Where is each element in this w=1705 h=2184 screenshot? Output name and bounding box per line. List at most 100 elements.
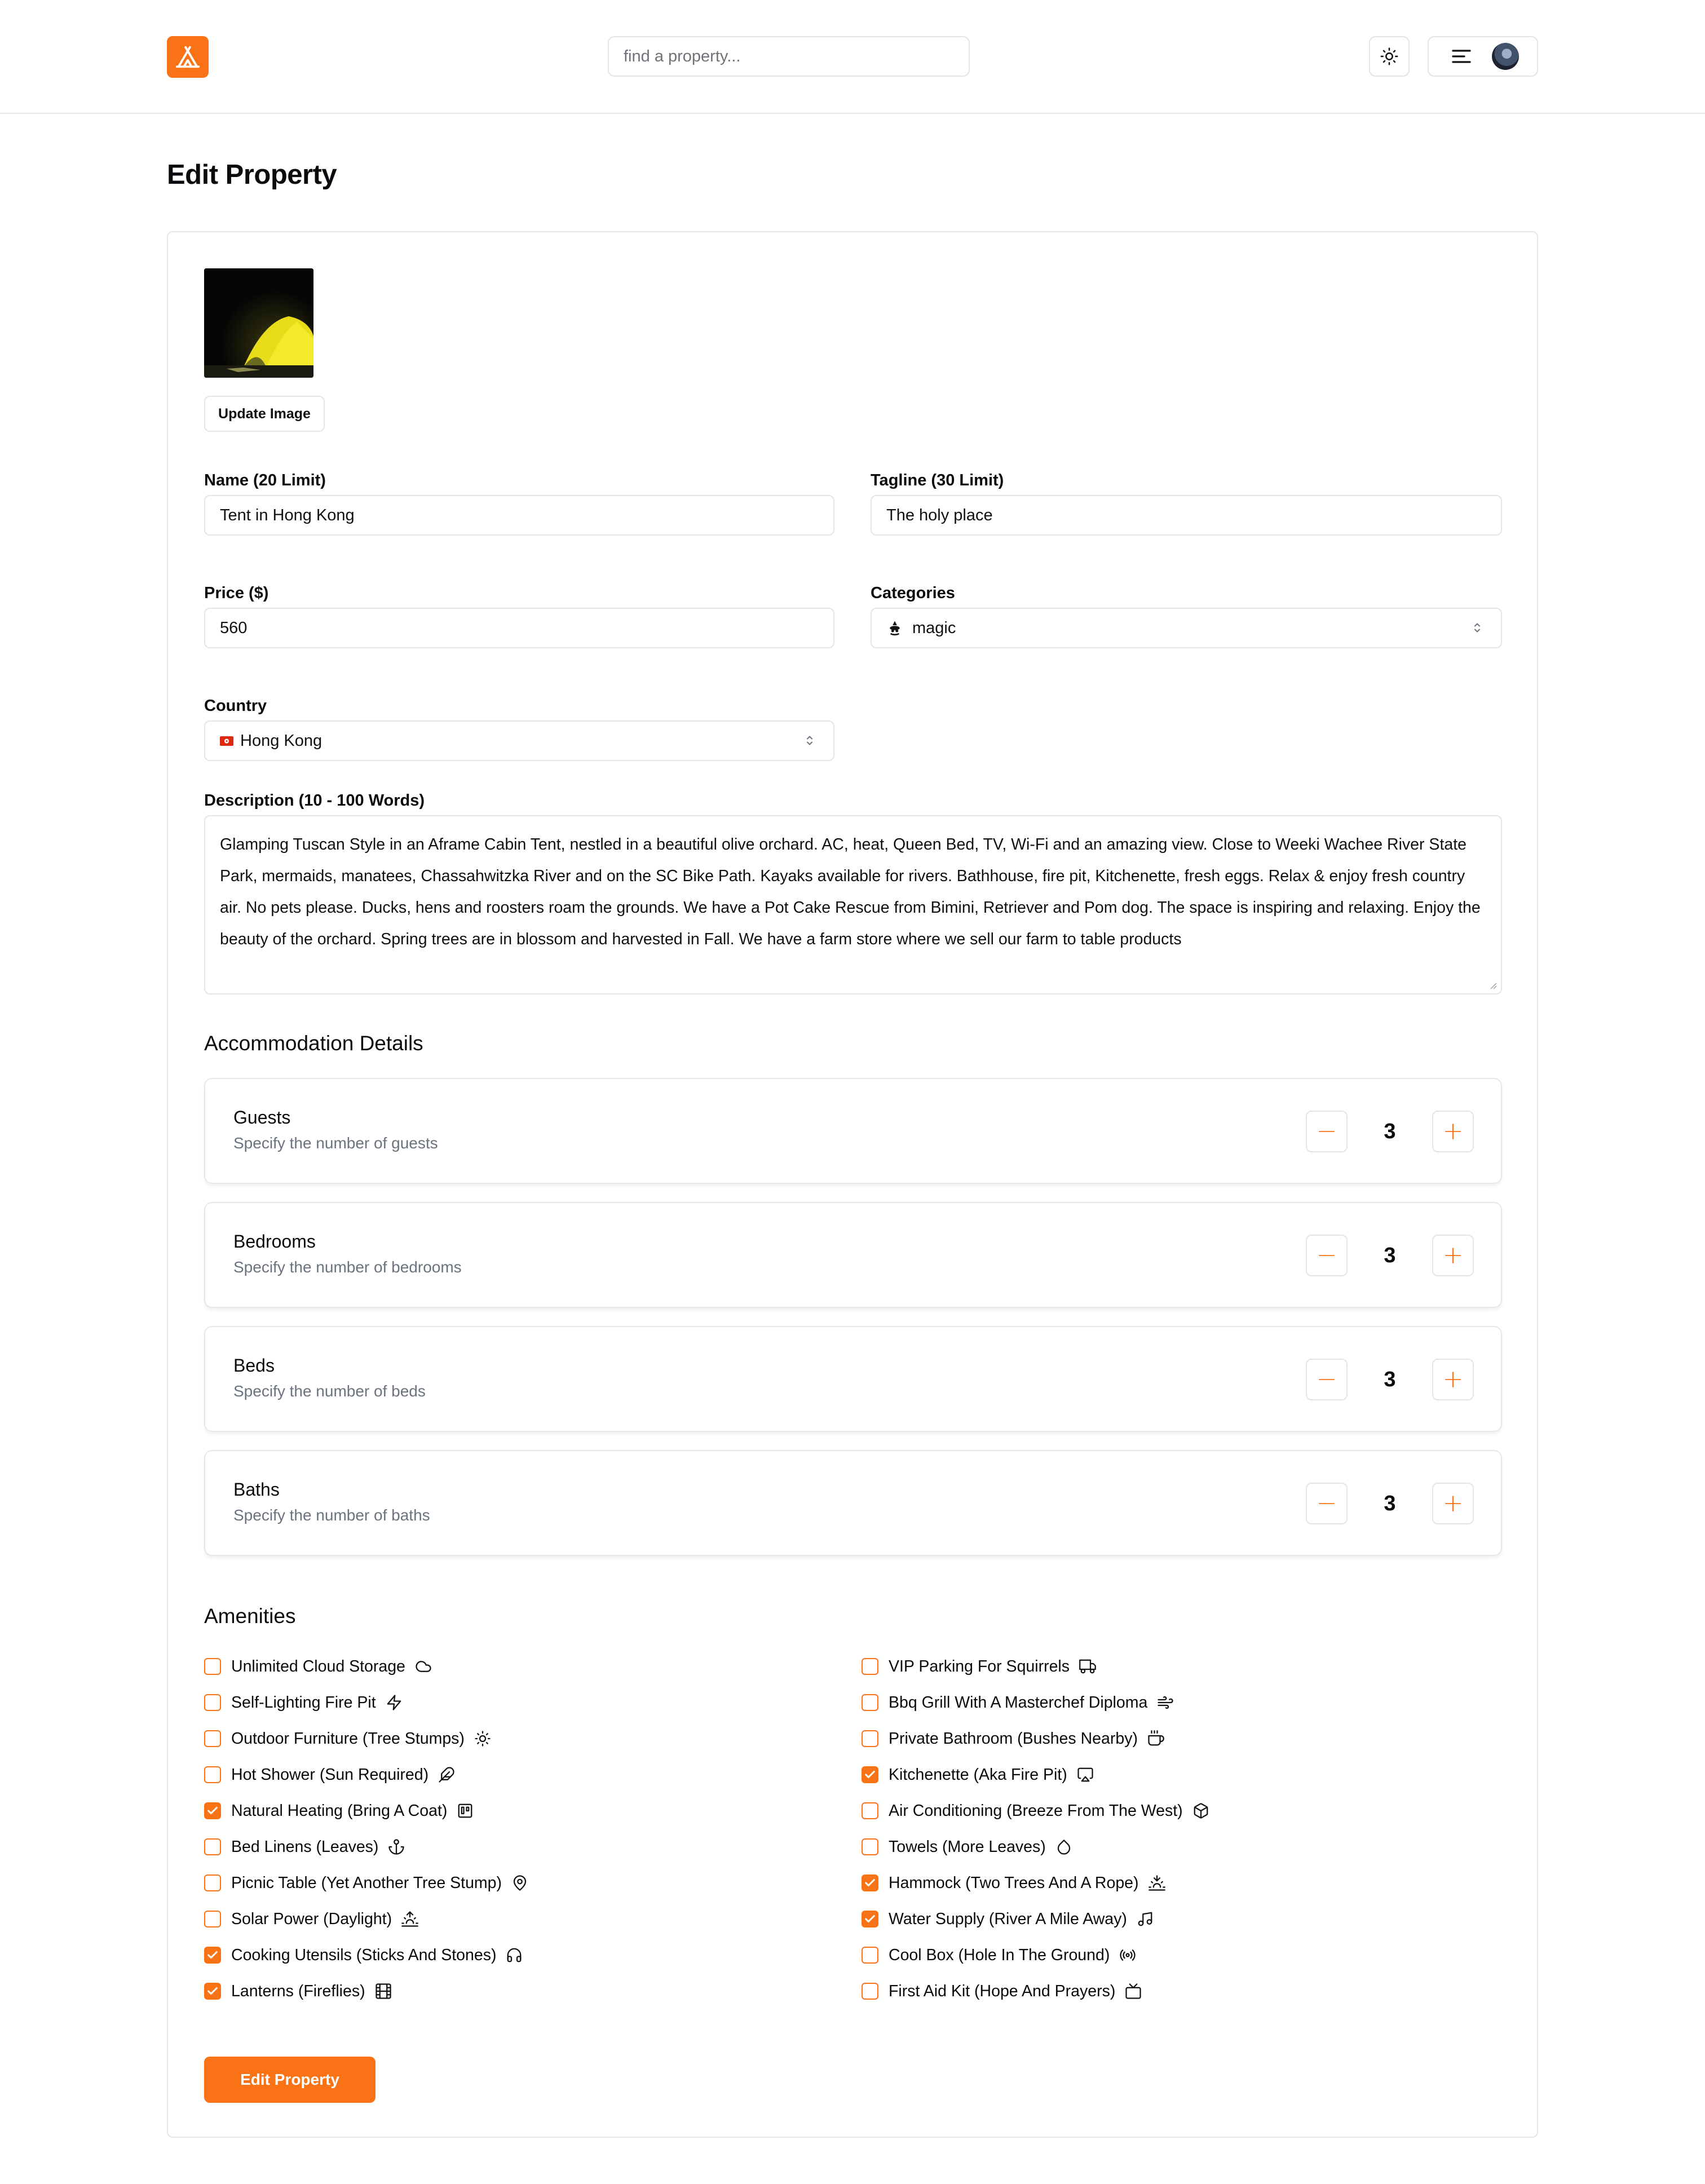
music-icon [1136, 1910, 1154, 1928]
name-value: Tent in Hong Kong [220, 506, 355, 524]
amenity-item[interactable]: Unlimited Cloud Storage [204, 1655, 432, 1678]
amenity-label: Private Bathroom (Bushes Nearby) [889, 1729, 1138, 1748]
amenity-label: Kitchenette (Aka Fire Pit) [889, 1765, 1067, 1784]
price-label: Price ($) [204, 584, 269, 602]
amenity-item[interactable]: Cooking Utensils (Sticks And Stones) [204, 1944, 523, 1966]
amenity-item[interactable]: Air Conditioning (Breeze From The West) [862, 1800, 1210, 1822]
amenity-item[interactable]: Picnic Table (Yet Another Tree Stump) [204, 1872, 529, 1894]
decrement-button[interactable]: − [1306, 1111, 1348, 1152]
amenity-checkbox[interactable] [862, 1874, 878, 1891]
amenity-label: Self-Lighting Fire Pit [231, 1693, 376, 1712]
amenity-label: Water Supply (River A Mile Away) [889, 1909, 1127, 1928]
hong-kong-flag-icon [220, 736, 233, 746]
amenity-item[interactable]: Cool Box (Hole In The Ground) [862, 1944, 1137, 1966]
amenity-checkbox[interactable] [204, 1766, 221, 1783]
amenity-item[interactable]: Solar Power (Daylight) [204, 1908, 419, 1930]
amenity-checkbox[interactable] [204, 1658, 221, 1675]
amenity-checkbox[interactable] [862, 1694, 878, 1711]
price-input[interactable]: 560 [204, 608, 834, 648]
amenity-item[interactable]: Private Bathroom (Bushes Nearby) [862, 1727, 1165, 1750]
amenity-item[interactable]: Bed Linens (Leaves) [204, 1836, 405, 1858]
chevrons-up-down-icon [805, 734, 814, 748]
home-logo-button[interactable] [167, 36, 209, 78]
search-input[interactable] [608, 36, 970, 77]
plus-icon: + [1442, 1241, 1464, 1270]
amenity-checkbox[interactable] [204, 1983, 221, 2000]
tagline-input[interactable]: The holy place [871, 495, 1502, 536]
amenity-label: Picnic Table (Yet Another Tree Stump) [231, 1873, 502, 1892]
edit-property-submit-button[interactable]: Edit Property [204, 2057, 376, 2103]
increment-button[interactable]: + [1432, 1483, 1474, 1524]
amenity-checkbox[interactable] [204, 1694, 221, 1711]
amenity-item[interactable]: Hot Shower (Sun Required) [204, 1763, 456, 1786]
counter-title: Baths [233, 1479, 280, 1500]
bedrooms-counter: Bedrooms Specify the number of bedrooms … [204, 1202, 1502, 1308]
counter-subtitle: Specify the number of bedrooms [233, 1258, 462, 1276]
amenity-item[interactable]: Lanterns (Fireflies) [204, 1980, 392, 2002]
amenity-item[interactable]: First Aid Kit (Hope And Prayers) [862, 1980, 1142, 2002]
counter-title: Beds [233, 1355, 275, 1376]
avatar [1492, 43, 1519, 70]
amenity-item[interactable]: VIP Parking For Squirrels [862, 1655, 1097, 1678]
amenity-label: Cool Box (Hole In The Ground) [889, 1946, 1110, 1964]
droplet-icon [1055, 1838, 1073, 1856]
name-input[interactable]: Tent in Hong Kong [204, 495, 834, 536]
amenity-item[interactable]: Bbq Grill With A Masterchef Diploma [862, 1691, 1174, 1714]
amenity-checkbox[interactable] [204, 1947, 221, 1964]
amenity-checkbox[interactable] [204, 1838, 221, 1855]
amenity-item[interactable]: Self-Lighting Fire Pit [204, 1691, 403, 1714]
plus-icon: + [1442, 1117, 1464, 1146]
amenity-checkbox[interactable] [204, 1802, 221, 1819]
decrement-button[interactable]: − [1306, 1235, 1348, 1276]
theme-toggle-button[interactable] [1369, 36, 1410, 77]
edit-property-form: Update Image Name (20 Limit) Tent in Hon… [167, 231, 1538, 2138]
amenity-checkbox[interactable] [862, 1766, 878, 1783]
amenity-checkbox[interactable] [204, 1730, 221, 1747]
trello-icon [456, 1802, 474, 1820]
amenity-checkbox[interactable] [862, 1802, 878, 1819]
categories-label: Categories [871, 584, 955, 602]
amenity-checkbox[interactable] [862, 1658, 878, 1675]
accommodation-title: Accommodation Details [204, 1032, 423, 1055]
coffee-icon [1147, 1730, 1165, 1748]
increment-button[interactable]: + [1432, 1235, 1474, 1276]
film-icon [374, 1982, 392, 2000]
amenity-item[interactable]: Natural Heating (Bring A Coat) [204, 1800, 474, 1822]
amenity-label: Hammock (Two Trees And A Rope) [889, 1873, 1139, 1892]
amenity-checkbox[interactable] [862, 1838, 878, 1855]
decrement-button[interactable]: − [1306, 1359, 1348, 1400]
plus-icon: + [1442, 1489, 1464, 1518]
counter-value: 3 [1384, 1367, 1396, 1391]
amenity-item[interactable]: Kitchenette (Aka Fire Pit) [862, 1763, 1094, 1786]
amenity-checkbox[interactable] [204, 1911, 221, 1927]
guests-counter: Guests Specify the number of guests − 3 … [204, 1078, 1502, 1184]
categories-select[interactable]: magic [871, 608, 1502, 648]
description-textarea[interactable]: Glamping Tuscan Style in an Aframe Cabin… [204, 815, 1502, 994]
zap-icon [385, 1694, 403, 1712]
resize-handle-icon[interactable] [1487, 980, 1498, 990]
tv-icon [1124, 1982, 1142, 2000]
amenity-item[interactable]: Towels (More Leaves) [862, 1836, 1073, 1858]
description-label: Description (10 - 100 Words) [204, 792, 425, 810]
amenity-item[interactable]: Water Supply (River A Mile Away) [862, 1908, 1154, 1930]
amenity-checkbox[interactable] [204, 1874, 221, 1891]
amenity-label: VIP Parking For Squirrels [889, 1657, 1070, 1675]
increment-button[interactable]: + [1432, 1111, 1474, 1152]
increment-button[interactable]: + [1432, 1359, 1474, 1400]
headphones-icon [505, 1946, 523, 1964]
country-select[interactable]: Hong Kong [204, 720, 834, 761]
amenity-item[interactable]: Outdoor Furniture (Tree Stumps) [204, 1727, 492, 1750]
amenity-checkbox[interactable] [862, 1947, 878, 1964]
tagline-label: Tagline (30 Limit) [871, 471, 1004, 489]
amenity-checkbox[interactable] [862, 1911, 878, 1927]
decrement-button[interactable]: − [1306, 1483, 1348, 1524]
user-menu-button[interactable] [1428, 36, 1538, 77]
update-image-button[interactable]: Update Image [204, 396, 325, 432]
amenity-item[interactable]: Hammock (Two Trees And A Rope) [862, 1872, 1166, 1894]
amenity-checkbox[interactable] [862, 1983, 878, 2000]
top-navbar [0, 0, 1705, 114]
amenity-checkbox[interactable] [862, 1730, 878, 1747]
align-left-icon [1452, 50, 1471, 63]
amenity-label: Lanterns (Fireflies) [231, 1982, 365, 2000]
tagline-value: The holy place [886, 506, 993, 524]
